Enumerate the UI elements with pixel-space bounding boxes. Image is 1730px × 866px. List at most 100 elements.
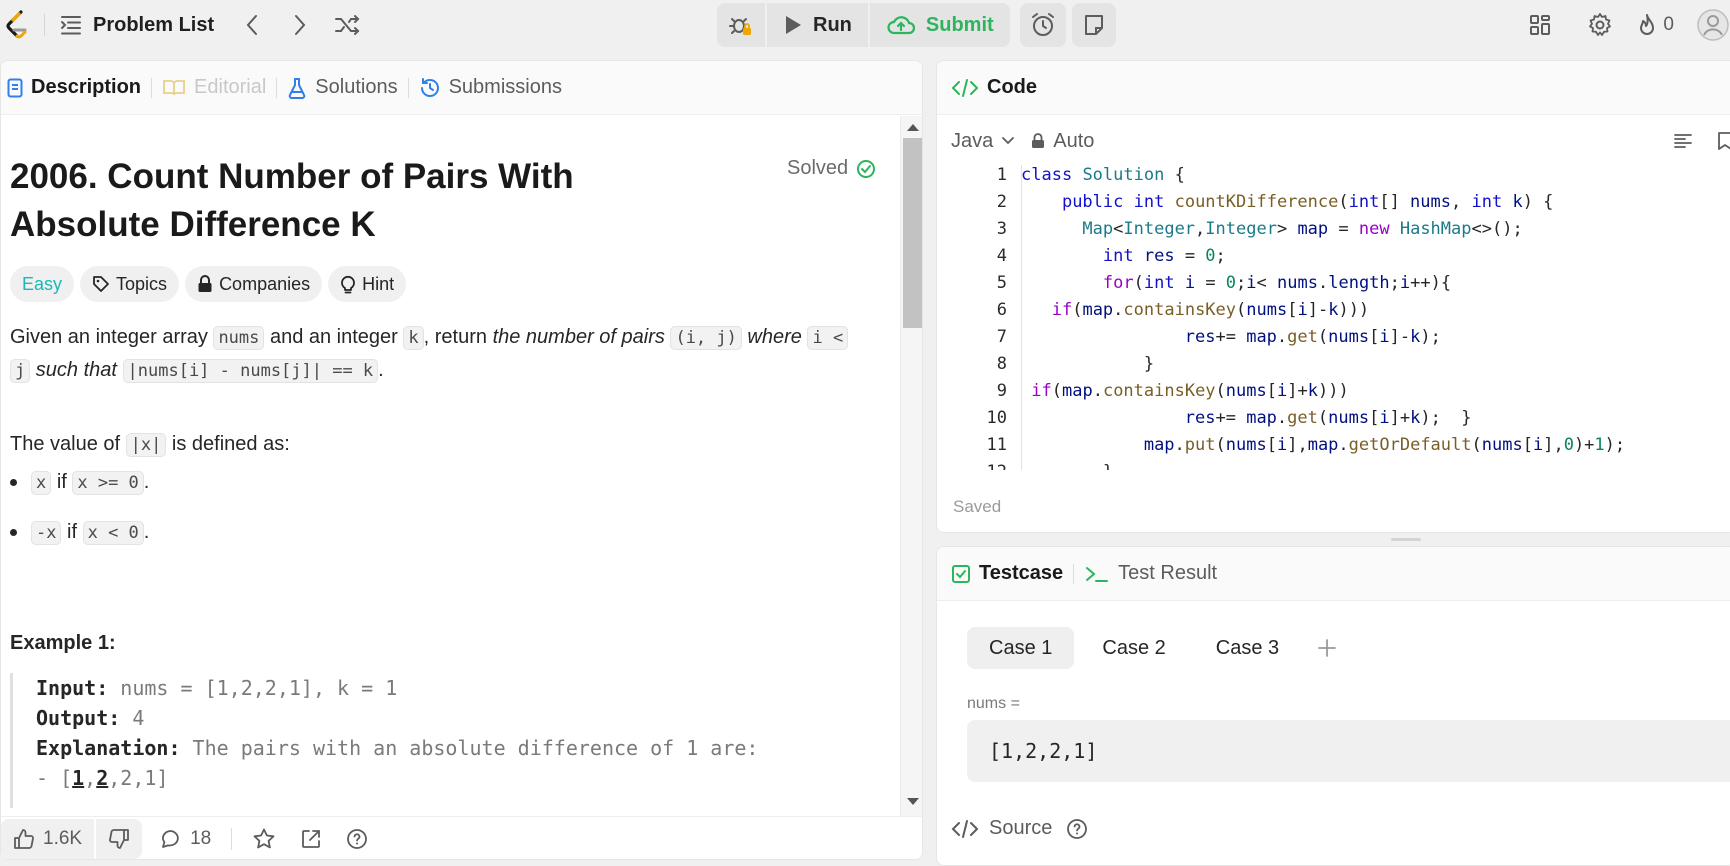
user-avatar-icon: [1697, 9, 1729, 41]
code-token: Integer: [1205, 219, 1277, 239]
code-token: ]-: [1307, 300, 1329, 320]
line-number: 5: [996, 273, 1007, 293]
format-button[interactable]: [1673, 131, 1693, 151]
code-token: containsKey: [1123, 300, 1237, 320]
panel-resize-handle[interactable]: [1391, 538, 1421, 541]
source-button[interactable]: Source: [951, 817, 1088, 840]
code-token: ],: [1287, 435, 1308, 455]
auto-mode[interactable]: Auto: [1031, 130, 1094, 153]
timer-button[interactable]: [1020, 3, 1066, 47]
code-token: (: [1051, 381, 1062, 401]
code-token: ;: [1389, 273, 1400, 293]
code-token: (: [1236, 300, 1247, 320]
example-text: - [: [36, 766, 73, 790]
scrollbar-thumb[interactable]: [903, 138, 922, 328]
help-button[interactable]: [334, 819, 380, 859]
notes-button[interactable]: [1072, 3, 1116, 47]
code-token: Integer: [1123, 219, 1196, 239]
code-token: res: [1184, 327, 1216, 347]
code-token: k: [1328, 300, 1339, 320]
tab-solutions[interactable]: Solutions: [277, 76, 407, 99]
share-button[interactable]: [288, 819, 334, 859]
code-token: ,: [1451, 192, 1472, 212]
tab-submissions[interactable]: Submissions: [409, 76, 572, 99]
tab-code[interactable]: Code: [951, 76, 1047, 99]
example-output-label: Output:: [36, 706, 121, 730]
settings-button[interactable]: [1577, 2, 1623, 48]
random-problem-button[interactable]: [328, 5, 368, 45]
code-token: k: [1512, 192, 1523, 212]
code-token: =: [1195, 273, 1226, 293]
bookmark-button[interactable]: [1717, 131, 1730, 151]
code-token: (: [1471, 435, 1482, 455]
statement-text: The value of: [10, 433, 126, 455]
leetcode-logo-icon[interactable]: [0, 0, 36, 50]
nums-input[interactable]: [1,2,2,1]: [967, 720, 1730, 782]
prev-problem-button[interactable]: [232, 5, 272, 45]
streak-counter[interactable]: 0: [1637, 2, 1674, 48]
timer-button-group: [1019, 3, 1066, 47]
submit-button[interactable]: Submit: [867, 3, 1010, 47]
case-tab[interactable]: Case 2: [1080, 627, 1187, 669]
code-token: ))): [1338, 300, 1370, 320]
question-circle-icon[interactable]: [1066, 818, 1088, 840]
avatar[interactable]: [1696, 2, 1730, 48]
code-token: int: [1102, 246, 1134, 266]
comments-button[interactable]: 18: [148, 819, 223, 859]
like-button[interactable]: 1.6K: [1, 819, 94, 859]
description-tabs: Description Editorial Solutions Submissi…: [1, 61, 922, 115]
scroll-down-arrow[interactable]: [907, 798, 919, 805]
tab-solutions-label: Solutions: [315, 76, 398, 98]
description-scrollbar[interactable]: [900, 116, 922, 816]
code-token: countKDifference: [1174, 192, 1339, 212]
case-tab[interactable]: Case 3: [1194, 627, 1301, 669]
example-highlight: 2: [96, 766, 109, 790]
code-editor[interactable]: 1 2 3 4 5 6 7 8 9 10 11 12 class Solutio…: [937, 165, 1730, 470]
code-token: get: [1287, 408, 1318, 428]
code-token: k: [1410, 327, 1421, 347]
statement-text: and an integer: [264, 326, 404, 348]
source-label: Source: [989, 817, 1053, 839]
hint-button[interactable]: Hint: [328, 266, 407, 302]
problem-tags: Easy Topics Companies Hint: [10, 266, 407, 302]
dislike-button[interactable]: [94, 818, 142, 859]
favorite-button[interactable]: [240, 819, 288, 859]
line-number: 7: [996, 327, 1007, 347]
code-token: map: [1082, 300, 1114, 320]
code-token: nums: [1410, 192, 1451, 212]
next-problem-button[interactable]: [280, 5, 320, 45]
thumbs-up-icon: [14, 828, 34, 849]
code-token: .: [1276, 327, 1288, 347]
layout-button[interactable]: [1517, 2, 1563, 48]
checkbox-icon: [952, 564, 970, 583]
tab-testcase[interactable]: Testcase: [951, 562, 1073, 585]
problem-title: 2006. Count Number of Pairs With Absolut…: [10, 157, 574, 244]
add-case-button[interactable]: [1307, 627, 1347, 669]
code-token: Map: [1082, 219, 1114, 239]
code-token: >: [1276, 219, 1298, 239]
run-button[interactable]: Run: [765, 3, 868, 47]
code-token: 0: [1563, 435, 1574, 455]
companies-button[interactable]: Companies: [185, 266, 323, 302]
code-token: +=: [1215, 327, 1247, 347]
code-token: [: [1287, 300, 1298, 320]
tab-editorial[interactable]: Editorial: [152, 76, 276, 99]
case-tab[interactable]: Case 1: [967, 627, 1075, 669]
code-token: map: [1246, 408, 1277, 428]
inline-code: nums: [213, 326, 265, 350]
chevron-left-icon: [246, 15, 258, 35]
example-text: ,: [84, 766, 97, 790]
problem-list-button[interactable]: Problem List: [59, 14, 214, 37]
tab-test-result[interactable]: Test Result: [1074, 562, 1227, 585]
code-token: .: [1092, 381, 1103, 401]
debug-button[interactable]: [717, 3, 765, 47]
tab-description[interactable]: Description: [7, 76, 151, 99]
code-token: (: [1133, 273, 1144, 293]
language-select[interactable]: Java: [951, 130, 1015, 153]
topics-button[interactable]: Topics: [80, 266, 180, 302]
scroll-up-arrow[interactable]: [907, 124, 919, 131]
code-token: [: [1369, 408, 1380, 428]
